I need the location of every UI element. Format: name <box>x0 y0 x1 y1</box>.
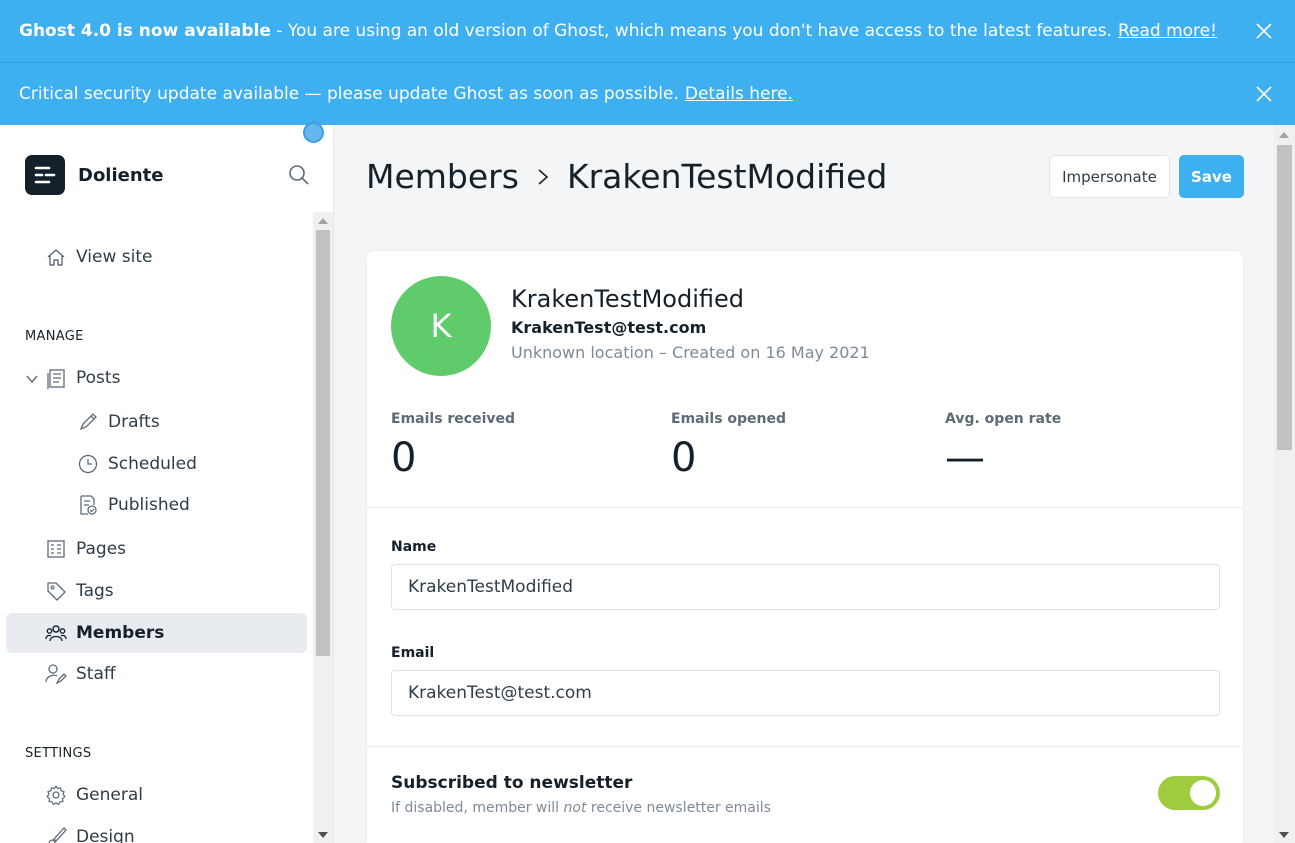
name-field[interactable] <box>391 564 1220 610</box>
scrollbar-thumb[interactable] <box>316 230 330 656</box>
site-logo-icon[interactable] <box>25 155 65 195</box>
sidebar-item-scheduled[interactable]: Scheduled <box>6 444 307 484</box>
details-here-link[interactable]: Details here. <box>685 84 793 104</box>
pencil-icon <box>79 413 97 431</box>
sidebar-item-label: Drafts <box>108 412 160 432</box>
sidebar-item-view-site[interactable]: View site <box>6 237 307 277</box>
site-name[interactable]: Doliente <box>78 165 163 186</box>
newsletter-description: If disabled, member will not receive new… <box>391 800 771 816</box>
sidebar-item-label: Published <box>108 495 190 515</box>
email-field[interactable] <box>391 670 1220 716</box>
sidebar-item-general[interactable]: General <box>6 775 307 815</box>
security-banner-text: Critical security update available — ple… <box>19 84 679 104</box>
members-icon <box>45 625 67 642</box>
tag-icon <box>47 582 66 601</box>
sidebar-item-design[interactable]: Design <box>6 817 307 843</box>
close-icon[interactable] <box>1255 22 1273 40</box>
emails-received-value: 0 <box>391 435 417 481</box>
posts-icon <box>47 369 65 389</box>
update-indicator-dot <box>303 122 324 143</box>
gear-icon <box>46 785 66 806</box>
member-card: K KrakenTestModified KrakenTest@test.com… <box>366 250 1244 843</box>
pages-icon <box>47 540 65 558</box>
sidebar-item-label: Scheduled <box>108 454 197 474</box>
sidebar-header: Doliente <box>25 155 310 195</box>
chevron-right-icon <box>538 168 549 185</box>
scroll-down-arrow-icon[interactable] <box>318 832 328 838</box>
sidebar-item-label: General <box>76 785 143 805</box>
divider <box>367 746 1243 747</box>
save-button[interactable]: Save <box>1179 155 1244 198</box>
sidebar-scrollbar[interactable] <box>313 212 333 843</box>
sidebar-item-label: Posts <box>76 368 121 388</box>
name-label: Name <box>391 539 437 555</box>
newsletter-desc-text: receive newsletter emails <box>586 800 771 816</box>
emails-received-label: Emails received <box>391 411 516 427</box>
settings-section-label: SETTINGS <box>25 746 92 761</box>
manage-section-label: MANAGE <box>25 329 84 344</box>
scroll-up-arrow-icon[interactable] <box>1279 132 1289 138</box>
main-content: Members KrakenTestModified Impersonate S… <box>334 125 1274 843</box>
sidebar-item-drafts[interactable]: Drafts <box>6 402 307 442</box>
close-icon[interactable] <box>1255 85 1273 103</box>
sidebar-item-pages[interactable]: Pages <box>6 529 307 569</box>
breadcrumb-members-link[interactable]: Members <box>366 157 519 196</box>
clock-icon <box>78 454 98 474</box>
sidebar-item-label: Members <box>76 623 165 643</box>
emails-opened-label: Emails opened <box>671 411 787 427</box>
member-meta: Unknown location – Created on 16 May 202… <box>511 343 870 362</box>
page-title: Members KrakenTestModified <box>366 157 887 196</box>
sidebar-item-label: View site <box>76 247 153 267</box>
page-scrollbar[interactable] <box>1274 125 1295 843</box>
sidebar-item-staff[interactable]: Staff <box>6 654 307 694</box>
emails-opened-value: 0 <box>671 435 697 481</box>
published-icon <box>80 495 97 515</box>
newsletter-title: Subscribed to newsletter <box>391 773 633 793</box>
read-more-link[interactable]: Read more! <box>1118 21 1217 41</box>
newsletter-desc-emphasis: not <box>563 800 587 816</box>
newsletter-desc-text: If disabled, member will <box>391 800 564 816</box>
sidebar: Doliente View site MANAGE Posts Drafts S… <box>0 122 334 843</box>
upgrade-banner-title: Ghost 4.0 is now available <box>19 21 271 41</box>
member-name: KrakenTestModified <box>511 285 745 313</box>
newsletter-toggle[interactable] <box>1158 776 1220 810</box>
sidebar-item-label: Tags <box>76 581 114 601</box>
avatar: K <box>391 276 491 376</box>
member-email: KrakenTest@test.com <box>511 318 707 337</box>
sidebar-item-label: Pages <box>76 539 127 559</box>
divider <box>367 507 1243 508</box>
sidebar-item-members[interactable]: Members <box>6 613 307 653</box>
scroll-down-arrow-icon[interactable] <box>1279 832 1289 838</box>
member-title: KrakenTestModified <box>566 157 888 196</box>
impersonate-button[interactable]: Impersonate <box>1049 155 1170 198</box>
search-icon[interactable] <box>288 164 310 186</box>
email-label: Email <box>391 645 435 661</box>
home-icon <box>47 249 65 266</box>
sidebar-item-label: Design <box>76 827 135 843</box>
sidebar-item-published[interactable]: Published <box>6 485 307 525</box>
scrollbar-thumb[interactable] <box>1277 145 1292 450</box>
staff-icon <box>45 664 67 685</box>
scroll-up-arrow-icon[interactable] <box>318 218 328 224</box>
sidebar-item-posts[interactable]: Posts <box>6 358 307 398</box>
sidebar-item-label: Staff <box>76 664 116 684</box>
sidebar-item-tags[interactable]: Tags <box>6 571 307 611</box>
upgrade-banner-text: - You are using an old version of Ghost,… <box>270 21 1112 41</box>
open-rate-value: — <box>945 435 985 481</box>
open-rate-label: Avg. open rate <box>945 411 1062 427</box>
upgrade-banner: Ghost 4.0 is now available - You are usi… <box>0 0 1295 62</box>
toggle-knob <box>1190 780 1216 806</box>
security-banner: Critical security update available — ple… <box>0 62 1295 125</box>
brush-icon <box>48 827 67 843</box>
